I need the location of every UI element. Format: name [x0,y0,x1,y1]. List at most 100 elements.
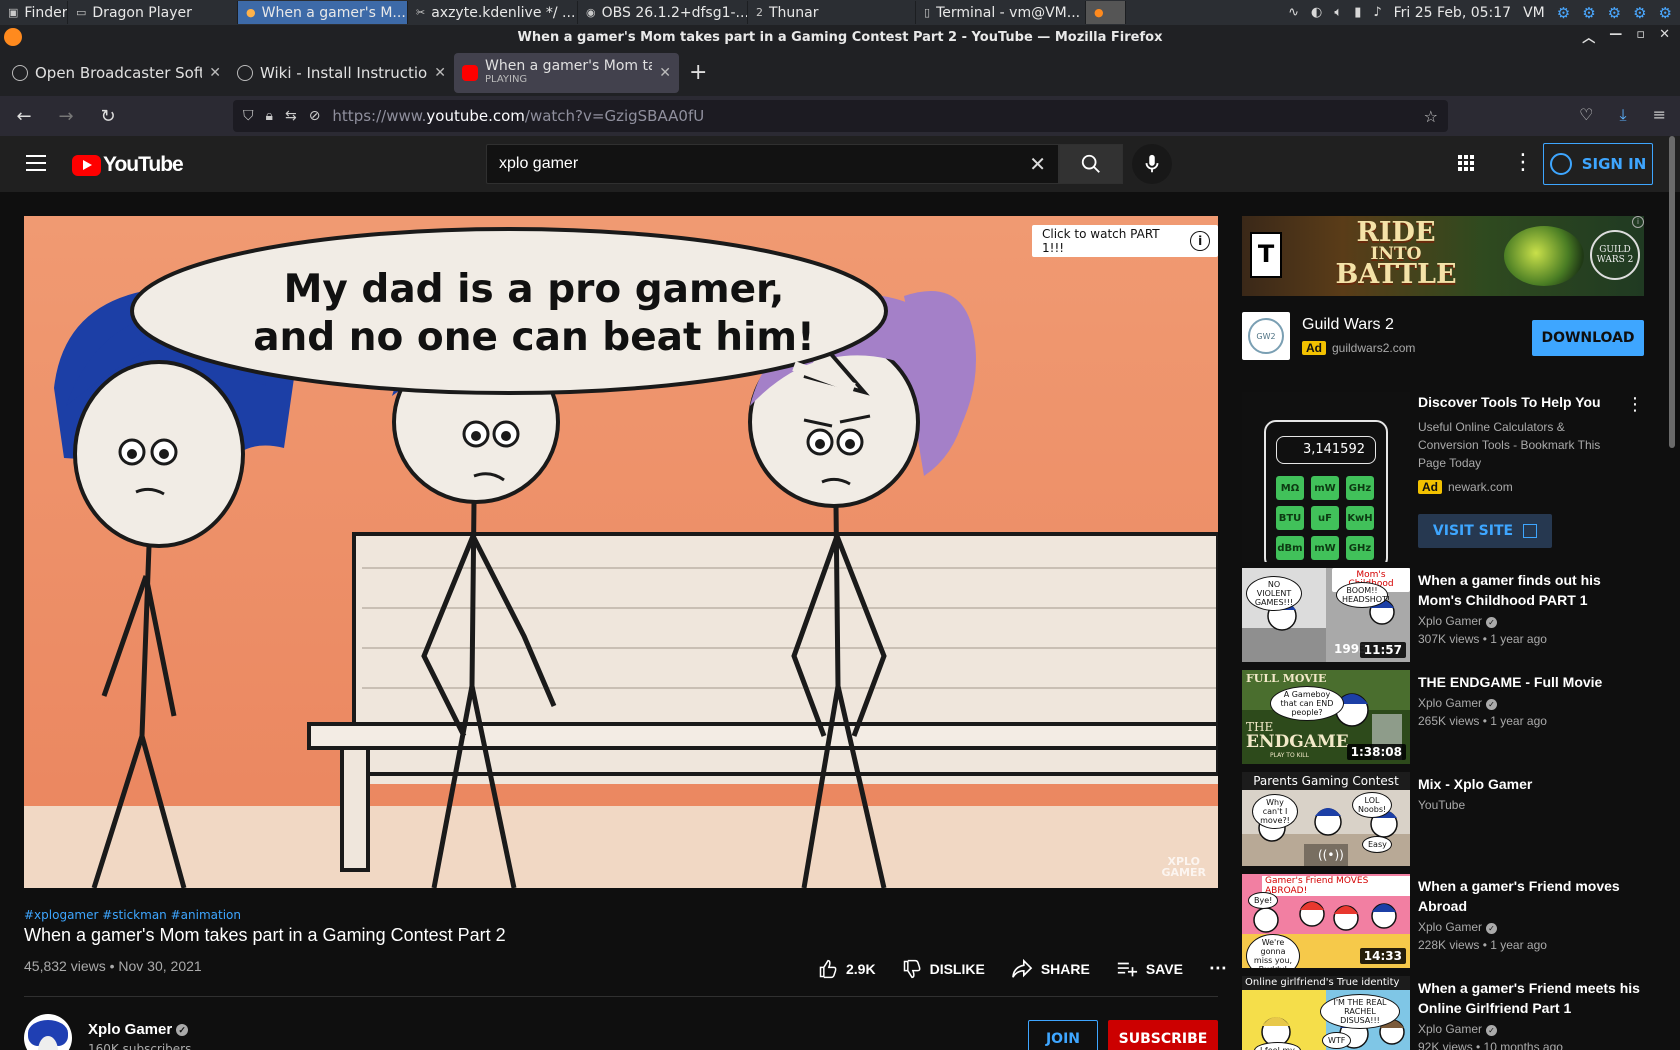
download-icon[interactable]: ⤓ [1620,105,1627,125]
chevron-up-icon[interactable]: ︿ [1582,27,1595,46]
promo-menu-icon[interactable]: ⋮ [1626,394,1644,415]
video-title[interactable]: When a gamer's Friend meets his Online G… [1418,978,1640,1018]
close-icon[interactable]: ✕ [1659,27,1670,46]
battery-icon[interactable]: ▮ [1354,5,1361,20]
shield-icon[interactable]: ⛉ [243,108,254,124]
forward-arrow-icon[interactable]: → [54,106,78,127]
video-title: When a gamer's Mom takes part in a Gamin… [24,925,506,945]
tab-youtube[interactable]: When a gamer's Mom tal PLAYING ✕ [454,52,679,93]
video-hashtags[interactable]: #xplogamer #stickman #animation [24,908,241,922]
channel-name[interactable]: Xplo Gamer ✓ [1418,696,1498,710]
advertiser-name[interactable]: Guild Wars 2 [1302,316,1394,334]
video-thumbnail[interactable]: Parents Gaming Contest Why can't I move?… [1242,772,1410,866]
share-button[interactable]: SHARE [1011,958,1090,979]
clock[interactable]: Fri 25 Feb, 05:17 [1394,5,1511,21]
hamburger-menu-icon[interactable] [26,155,46,171]
search-button[interactable] [1059,144,1123,184]
gear-icon[interactable]: ⚙ [1633,4,1646,22]
verified-check-icon: ✓ [176,1024,189,1036]
gear-icon[interactable]: ⚙ [1557,4,1570,22]
notification-bell-icon[interactable]: ♪ [1373,5,1381,20]
like-button[interactable]: 2.9K [818,959,876,979]
advertiser-logo[interactable]: GW2 [1242,312,1290,360]
dislike-button[interactable]: DISLIKE [902,959,985,979]
video-title[interactable]: THE ENDGAME - Full Movie [1418,672,1640,692]
channel-name[interactable]: Xplo Gamer ✓ [1418,920,1498,934]
clear-search-icon[interactable]: ✕ [1029,152,1046,176]
tab-obs[interactable]: Open Broadcaster Softwa ✕ [4,53,229,93]
autoplay-blocked-icon[interactable]: ⊘ [309,108,321,124]
close-icon[interactable]: ✕ [434,65,446,81]
search-input[interactable] [499,155,1030,173]
close-icon[interactable]: ✕ [209,65,221,81]
gear-icon[interactable]: ⚙ [1659,4,1672,22]
lock-icon[interactable]: 🔒︎ [266,108,273,124]
sign-in-button[interactable]: SIGN IN [1543,143,1653,185]
permissions-icon[interactable]: ⇆ [285,108,297,124]
divider [24,996,1218,997]
new-tab-button[interactable]: + [689,60,707,85]
tab-wiki[interactable]: Wiki - Install Instructions ✕ [229,53,454,93]
recommended-mix[interactable]: Parents Gaming Contest Why can't I move?… [1242,772,1642,866]
more-actions-icon[interactable]: ⋯ [1209,958,1227,979]
video-thumbnail[interactable]: FULL MOVIE A Gameboy that can END people… [1242,670,1410,764]
recommended-video[interactable]: Online girlfriend's True identity I'M TH… [1242,976,1642,1050]
reload-icon[interactable]: ↻ [96,106,120,127]
firefox-icon: ● [246,6,256,19]
page-scrollbar[interactable] [1669,136,1675,448]
bookmark-star-icon[interactable]: ☆ [1424,107,1438,126]
video-thumbnail[interactable]: Mom's Childhood NO VIOLENT GAMES!!! BOOM… [1242,568,1410,662]
taskbar-firefox-launcher[interactable]: ● [1086,1,1126,24]
video-thumbnail[interactable]: Gamer's Friend MOVES ABROAD! Bye! We're … [1242,874,1410,968]
subscribe-button[interactable]: SUBSCRIBE [1108,1020,1218,1050]
ad-banner[interactable]: T RIDE INTO BATTLE GUILD WARS 2 [1242,216,1644,296]
taskbar-item-thunar[interactable]: 2 Thunar [748,1,916,24]
gear-icon[interactable]: ⚙ [1582,4,1595,22]
video-title[interactable]: When a gamer's Friend moves Abroad [1418,876,1640,916]
channel-name[interactable]: Xplo Gamer ✓ [1418,614,1498,628]
minimize-icon[interactable]: — [1609,27,1622,46]
promo-title[interactable]: Discover Tools To Help You [1418,394,1618,410]
youtube-logo[interactable]: YouTube [72,153,184,177]
ad-info-icon[interactable]: i [1632,216,1644,228]
thumbnail-caption: NO VIOLENT GAMES!!! [1246,576,1302,611]
back-arrow-icon[interactable]: ← [12,106,36,127]
video-thumbnail[interactable]: Online girlfriend's True identity I'M TH… [1242,976,1410,1050]
info-icon[interactable]: i [1190,231,1210,251]
visit-site-button[interactable]: VISIT SITE [1418,514,1552,548]
apps-grid-icon[interactable] [1458,155,1474,171]
join-button[interactable]: JOIN [1028,1020,1098,1050]
channel-watermark[interactable]: XPLO GAMER [1162,856,1206,878]
video-player[interactable]: My dad is a pro gamer, and no one can be… [24,216,1218,888]
card-teaser[interactable]: Click to watch PART 1!!! i [1032,225,1218,257]
github-icon[interactable]: ◐ [1311,5,1322,20]
gear-icon[interactable]: ⚙ [1608,4,1621,22]
video-title[interactable]: Mix - Xplo Gamer [1418,774,1640,794]
pocket-icon[interactable]: ♡ [1579,105,1593,125]
menu-icon[interactable]: ≡ [1653,105,1666,125]
taskbar-item-terminal[interactable]: ▯ Terminal - vm@VM... [916,1,1086,24]
promo-thumbnail[interactable]: 3,141592 MΩ mW GHz BTU uF KwH dBm mW GHz [1242,392,1410,562]
channel-name[interactable]: Xplo Gamer ✓ [88,1021,189,1038]
settings-kebab-icon[interactable]: ⋮ [1512,150,1534,175]
volume-icon[interactable]: 🔈︎ [1334,5,1342,20]
taskbar-item-kdenlive[interactable]: ✂ axzyte.kdenlive */ ... [408,1,578,24]
channel-avatar[interactable] [24,1014,72,1050]
url-bar[interactable]: ⛉ 🔒︎ ⇆ ⊘ https://www.youtube.com/watch?v… [233,100,1448,132]
recommended-video[interactable]: Mom's Childhood NO VIOLENT GAMES!!! BOOM… [1242,568,1642,662]
save-button[interactable]: SAVE [1116,959,1183,979]
channel-name[interactable]: YouTube [1418,798,1465,812]
recommended-video[interactable]: FULL MOVIE A Gameboy that can END people… [1242,670,1642,764]
window-icon: ▭ [76,6,87,19]
taskbar-item-firefox[interactable]: ● When a gamer's M... [238,1,408,24]
taskbar-item-dragon-player[interactable]: ▭ Dragon Player [68,1,238,24]
download-button[interactable]: DOWNLOAD [1532,320,1644,356]
taskbar-item-obs[interactable]: ◉ OBS 26.1.2+dfsg1-... [578,1,748,24]
channel-name[interactable]: Xplo Gamer ✓ [1418,1022,1498,1036]
taskbar-item-finder[interactable]: ▣ Finder [0,1,68,24]
maximize-icon[interactable]: ▫ [1636,27,1645,46]
video-title[interactable]: When a gamer finds out his Mom's Childho… [1418,570,1640,610]
close-icon[interactable]: ✕ [659,65,671,81]
voice-search-button[interactable] [1132,144,1172,184]
recommended-video[interactable]: Gamer's Friend MOVES ABROAD! Bye! We're … [1242,874,1642,968]
